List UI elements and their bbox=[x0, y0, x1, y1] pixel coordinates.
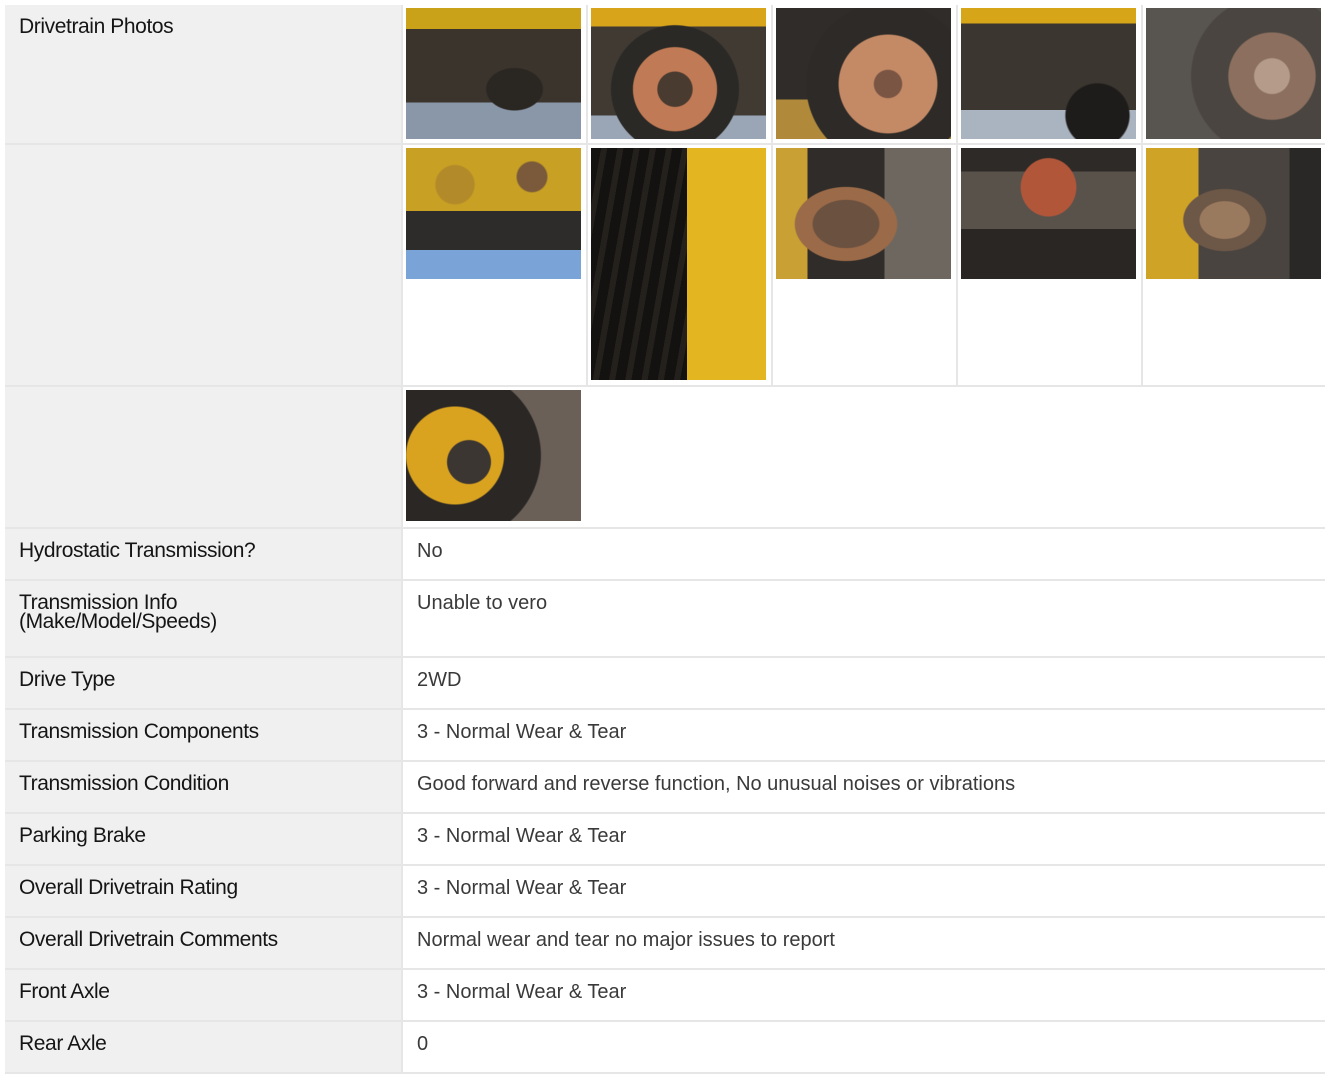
detail-label: Rear Axle bbox=[5, 1022, 401, 1072]
detail-value: 3 - Normal Wear & Tear bbox=[401, 970, 1325, 1020]
drivetrain-photos-label: Drivetrain Photos bbox=[5, 5, 401, 143]
photo-tire-joint[interactable] bbox=[1146, 148, 1321, 279]
detail-label: Front Axle bbox=[5, 970, 401, 1020]
detail-label: Drive Type bbox=[5, 658, 401, 708]
photo-cell bbox=[1143, 145, 1325, 385]
photo-hub[interactable] bbox=[1146, 8, 1321, 139]
detail-value: Good forward and reverse function, No un… bbox=[401, 762, 1325, 812]
detail-label: Overall Drivetrain Rating bbox=[5, 866, 401, 916]
photo-tank-underside[interactable] bbox=[406, 148, 581, 279]
detail-value: Normal wear and tear no major issues to … bbox=[401, 918, 1325, 968]
photo-wheel-axle[interactable] bbox=[591, 8, 766, 139]
photo-cell bbox=[958, 5, 1143, 143]
photo-brake-rotor[interactable] bbox=[776, 8, 951, 139]
photo-cell bbox=[773, 5, 958, 143]
detail-value: Unable to vero bbox=[401, 581, 1325, 656]
empty-label-cell bbox=[5, 387, 401, 527]
detail-row-transmission-condition: Transmission Condition Good forward and … bbox=[5, 762, 1325, 814]
detail-label: Hydrostatic Transmission? bbox=[5, 529, 401, 579]
photo-cell bbox=[1143, 5, 1325, 143]
detail-row-overall-drivetrain-comments: Overall Drivetrain Comments Normal wear … bbox=[5, 918, 1325, 970]
photo-cell bbox=[403, 387, 588, 527]
photo-rusted-joint[interactable] bbox=[961, 148, 1136, 279]
photo-drive-joint[interactable] bbox=[776, 148, 951, 279]
photo-cells bbox=[401, 387, 1325, 527]
detail-row-overall-drivetrain-rating: Overall Drivetrain Rating 3 - Normal Wea… bbox=[5, 866, 1325, 918]
detail-label: Overall Drivetrain Comments bbox=[5, 918, 401, 968]
detail-row-rear-axle: Rear Axle 0 bbox=[5, 1022, 1325, 1074]
photo-underside[interactable] bbox=[406, 8, 581, 139]
detail-row-transmission-components: Transmission Components 3 - Normal Wear … bbox=[5, 710, 1325, 762]
photo-hoses[interactable] bbox=[591, 148, 766, 380]
photo-row: Drivetrain Photos bbox=[5, 5, 1325, 145]
detail-row-drive-type: Drive Type 2WD bbox=[5, 658, 1325, 710]
photo-cell bbox=[403, 145, 588, 385]
empty-label-cell bbox=[5, 145, 401, 385]
detail-value: 3 - Normal Wear & Tear bbox=[401, 866, 1325, 916]
photo-cells bbox=[401, 5, 1325, 143]
detail-row-hydrostatic-transmission: Hydrostatic Transmission? No bbox=[5, 529, 1325, 581]
detail-label: Transmission Condition bbox=[5, 762, 401, 812]
detail-row-parking-brake: Parking Brake 3 - Normal Wear & Tear bbox=[5, 814, 1325, 866]
detail-label: Transmission Components bbox=[5, 710, 401, 760]
detail-value: 2WD bbox=[401, 658, 1325, 708]
photo-cell bbox=[403, 5, 588, 143]
detail-row-front-axle: Front Axle 3 - Normal Wear & Tear bbox=[5, 970, 1325, 1022]
photo-chassis[interactable] bbox=[961, 8, 1136, 139]
photo-cells bbox=[401, 145, 1325, 385]
photo-cell bbox=[958, 145, 1143, 385]
detail-row-transmission-info: Transmission Info (Make/Model/Speeds) Un… bbox=[5, 581, 1325, 658]
drivetrain-report: Drivetrain Photos Hydrostatic Transmissi… bbox=[5, 5, 1325, 1074]
photo-yoke[interactable] bbox=[406, 390, 581, 521]
detail-label: Parking Brake bbox=[5, 814, 401, 864]
detail-value: 3 - Normal Wear & Tear bbox=[401, 710, 1325, 760]
photo-cell bbox=[773, 145, 958, 385]
photo-cell bbox=[588, 5, 773, 143]
photo-cell bbox=[588, 145, 773, 385]
detail-label: Transmission Info (Make/Model/Speeds) bbox=[5, 581, 401, 656]
detail-value: 3 - Normal Wear & Tear bbox=[401, 814, 1325, 864]
detail-value: 0 bbox=[401, 1022, 1325, 1072]
photo-row bbox=[5, 387, 1325, 529]
photo-row bbox=[5, 145, 1325, 387]
detail-value: No bbox=[401, 529, 1325, 579]
